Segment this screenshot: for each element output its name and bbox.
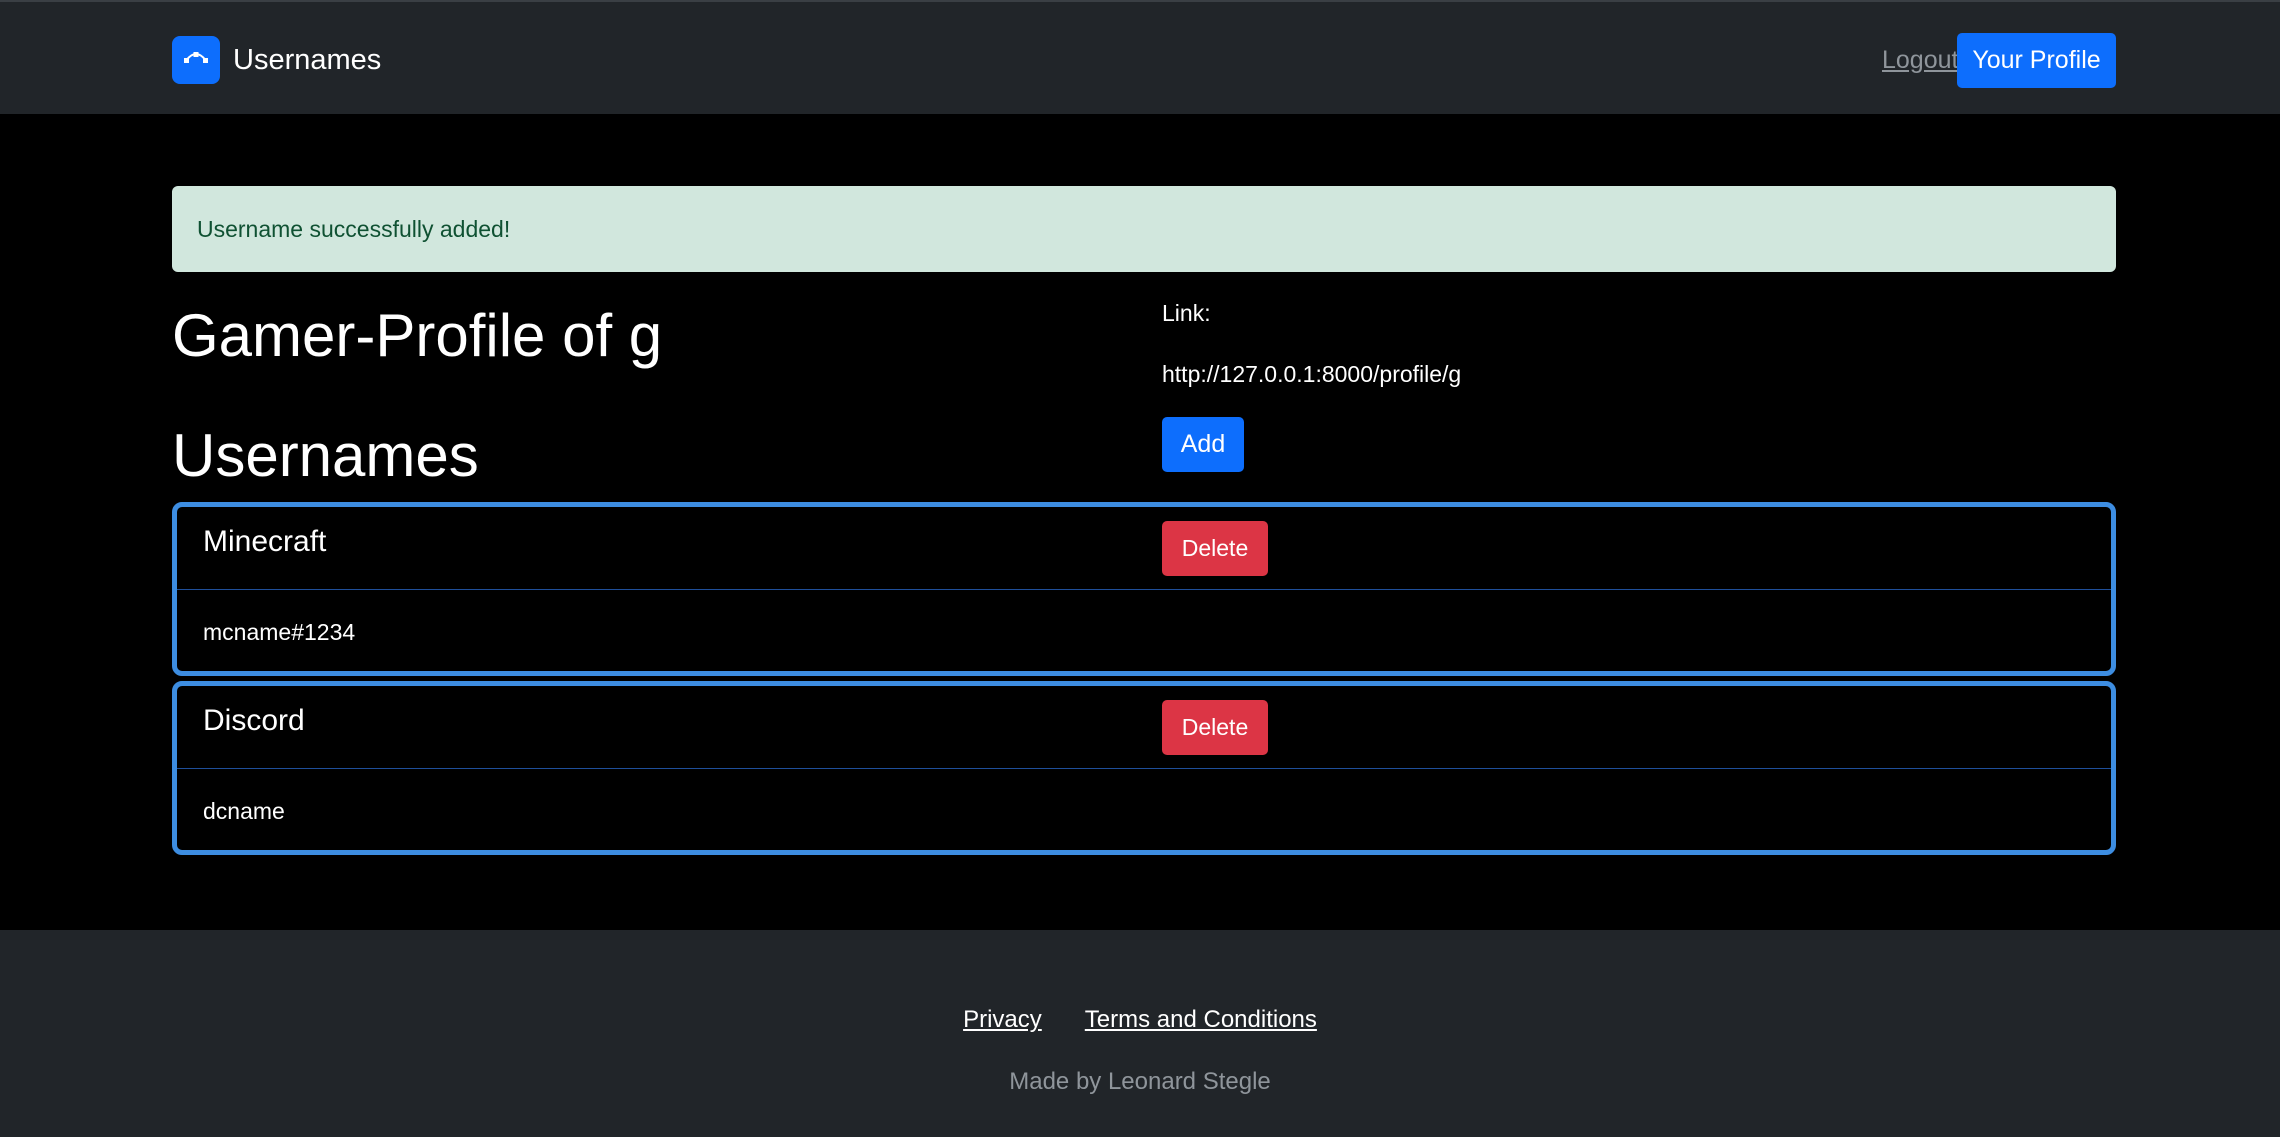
username-card: Discord Delete dcname	[172, 681, 2116, 855]
add-username-button[interactable]: Add	[1162, 417, 1244, 472]
navbar-brand[interactable]: Usernames	[172, 36, 381, 84]
success-alert: Username successfully added!	[172, 186, 2116, 272]
logout-link[interactable]: Logout	[1882, 46, 1958, 75]
delete-button[interactable]: Delete	[1162, 700, 1268, 755]
username-value: dcname	[203, 798, 285, 824]
platform-name: Discord	[203, 704, 305, 737]
profile-link-url[interactable]: http://127.0.0.1:8000/profile/g	[1162, 361, 1461, 388]
card-header: Minecraft Delete	[177, 507, 2111, 590]
footer: Privacy Terms and Conditions Made by Leo…	[0, 930, 2280, 1137]
brand-name: Usernames	[233, 43, 382, 76]
footer-links: Privacy Terms and Conditions	[0, 1006, 2280, 1034]
footer-credit: Made by Leonard Stegle	[1009, 1068, 1271, 1095]
alert-message: Username successfully added!	[197, 215, 511, 242]
card-header: Discord Delete	[177, 686, 2111, 769]
terms-link[interactable]: Terms and Conditions	[1085, 1006, 1317, 1034]
username-card: Minecraft Delete mcname#1234	[172, 502, 2116, 676]
usernames-heading: Usernames	[172, 422, 479, 489]
delete-button[interactable]: Delete	[1162, 521, 1268, 576]
platform-name: Minecraft	[203, 525, 327, 558]
page-title: Gamer-Profile of g	[172, 302, 663, 369]
link-label: Link:	[1162, 300, 1211, 326]
your-profile-button[interactable]: Your Profile	[1957, 33, 2116, 88]
username-value: mcname#1234	[203, 619, 356, 645]
navbar: Usernames Logout Your Profile	[0, 0, 2280, 114]
privacy-link[interactable]: Privacy	[963, 1006, 1042, 1034]
bezier-curve-icon	[172, 36, 220, 84]
